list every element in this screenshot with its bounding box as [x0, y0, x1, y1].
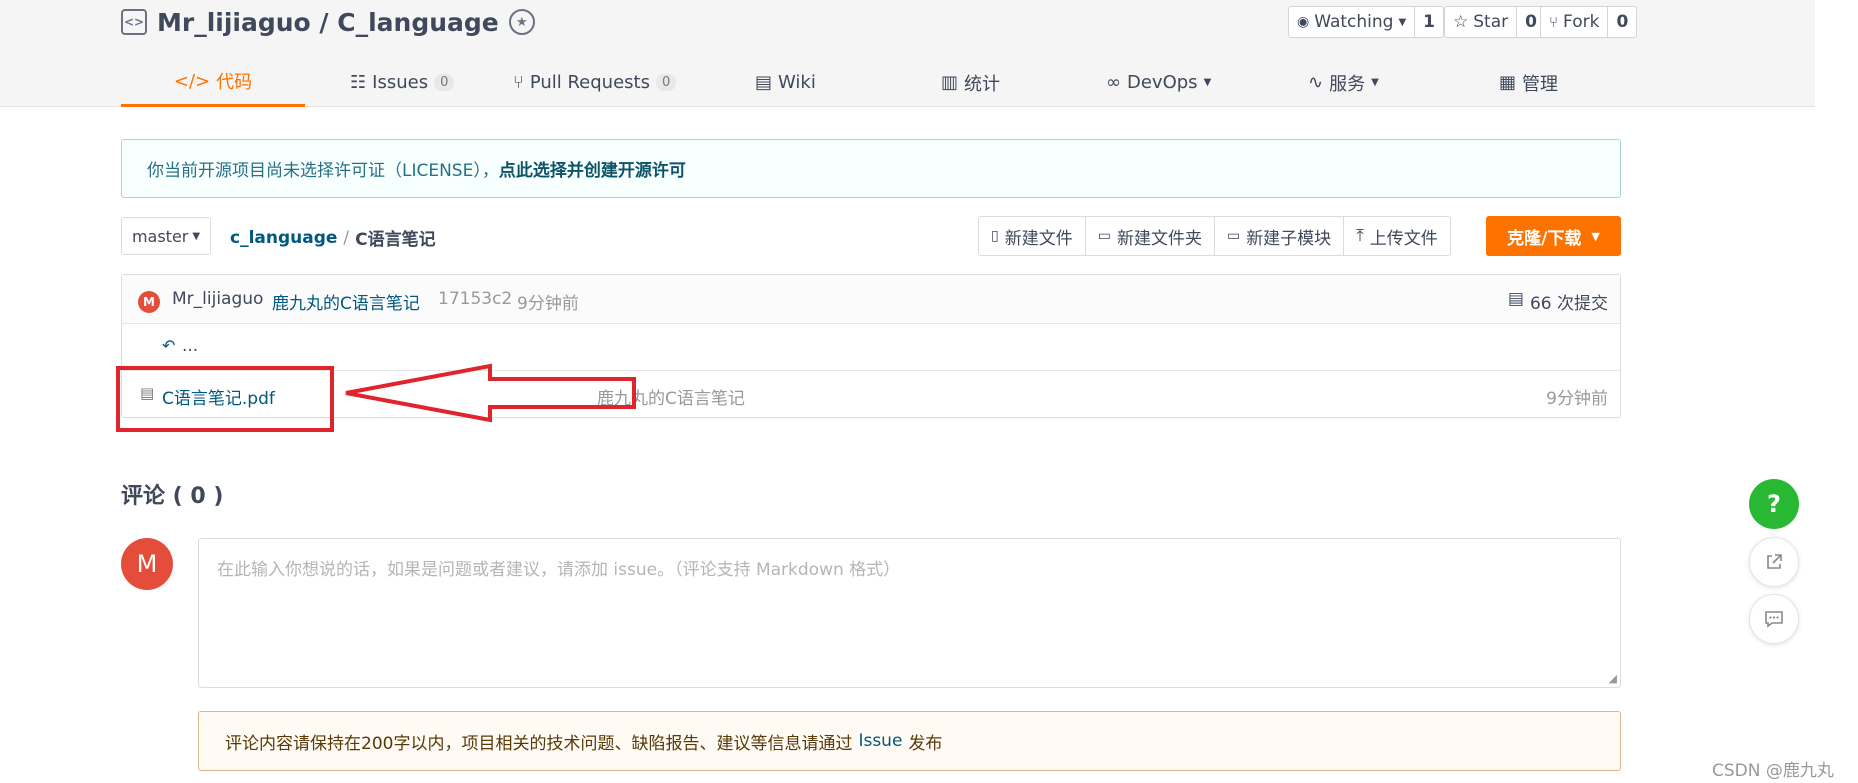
commit-time: 9分钟前	[517, 294, 579, 314]
caret-down-icon: ▼	[1371, 77, 1379, 88]
settings-doc-icon: ▦	[1499, 72, 1517, 93]
annotation-arrow	[345, 363, 636, 423]
tab-services[interactable]: ∿ 服务 ▼	[1308, 58, 1379, 107]
issues-icon: ☷	[350, 72, 367, 93]
infinity-icon: ∞	[1106, 72, 1121, 93]
file-commit-time: 9分钟前	[1546, 389, 1608, 409]
commit-hash[interactable]: 17153c2	[438, 289, 512, 309]
clone-download-button[interactable]: 克隆/下载 ▼	[1486, 216, 1621, 256]
tab-code[interactable]: </> 代码	[121, 58, 305, 107]
eye-icon: ◉	[1297, 14, 1310, 30]
issues-count-badge: 0	[434, 74, 455, 91]
caret-down-icon: ▼	[1203, 77, 1212, 88]
new-file-icon: ▯	[991, 228, 999, 244]
bar-chart-icon: ▥	[941, 72, 959, 93]
star-icon: ☆	[1453, 12, 1469, 32]
parent-dir-link[interactable]: ...	[182, 336, 198, 356]
breadcrumb: c_language / C语言笔记	[230, 225, 436, 251]
upload-file-button[interactable]: ⤒ 上传文件	[1343, 217, 1450, 255]
watching-count[interactable]: 1	[1414, 7, 1443, 37]
resize-handle-icon[interactable]: ◢	[1609, 672, 1617, 685]
reply-back-icon: ↶	[162, 336, 176, 355]
pull-request-icon: ⑂	[513, 72, 524, 93]
code-icon: </>	[173, 70, 211, 92]
commit-author[interactable]: Mr_lijiaguo	[172, 289, 263, 309]
csdn-watermark: CSDN @鹿九丸	[1712, 761, 1834, 781]
share-icon	[1767, 554, 1782, 569]
comment-input[interactable]: 在此输入你想说的话，如果是问题或者建议，请添加 issue。（评论支持 Mark…	[198, 538, 1621, 688]
fork-icon: ⑂	[1549, 13, 1559, 31]
star-group: ☆ Star 0	[1444, 6, 1546, 38]
tab-pull-requests[interactable]: ⑂ Pull Requests 0	[513, 58, 677, 107]
commits-icon: ▤	[1507, 289, 1524, 309]
user-avatar[interactable]: M	[121, 538, 173, 590]
caret-down-icon: ▼	[1398, 16, 1407, 28]
issue-link[interactable]: Issue	[858, 731, 902, 751]
question-icon: ?	[1767, 490, 1781, 518]
breadcrumb-root[interactable]: c_language	[230, 228, 337, 248]
chat-icon	[1765, 611, 1783, 628]
caret-down-icon: ▼	[192, 230, 201, 242]
recommend-badge-icon: ★	[508, 9, 535, 35]
book-icon: ▤	[755, 72, 773, 93]
fork-group: ⑂ Fork 0	[1540, 6, 1638, 38]
commit-message[interactable]: 鹿九丸的C语言笔记	[272, 289, 420, 314]
repo-page: <> Mr_lijiaguo / C_language ★ ◉ Watching…	[0, 0, 1858, 783]
new-file-button[interactable]: ▯ 新建文件	[979, 217, 1085, 255]
comment-guideline-notice: 评论内容请保持在200字以内，项目相关的技术问题、缺陷报告、建议等信息请通过 I…	[198, 711, 1621, 771]
tab-issues[interactable]: ☷ Issues 0	[350, 58, 455, 107]
breadcrumb-current: C语言笔记	[355, 230, 436, 250]
breadcrumb-sep: /	[343, 227, 350, 248]
pr-count-badge: 0	[655, 74, 677, 91]
commit-count[interactable]: ▤ 66 次提交	[1508, 289, 1608, 314]
pulse-icon: ∿	[1308, 72, 1324, 93]
fork-count[interactable]: 0	[1607, 7, 1636, 37]
comments-title: 评论 ( 0 )	[121, 484, 224, 509]
share-button[interactable]	[1749, 537, 1799, 587]
new-submodule-button[interactable]: ▭ 新建子模块	[1213, 217, 1343, 255]
tab-admin[interactable]: ▦ 管理	[1499, 58, 1558, 107]
tab-wiki[interactable]: ▤ Wiki	[755, 58, 816, 107]
watching-button[interactable]: ◉ Watching ▼	[1289, 7, 1414, 37]
file-actions: ▯ 新建文件 ▭ 新建文件夹 ▭ 新建子模块 ⤒ 上传文件	[978, 216, 1451, 256]
repo-title: <> Mr_lijiaguo / C_language ★	[121, 4, 535, 40]
annotation-highlight-box	[116, 366, 334, 432]
repo-name[interactable]: Mr_lijiaguo / C_language	[157, 8, 499, 37]
latest-commit-row: M Mr_lijiaguo 鹿九丸的C语言笔记 17153c2 9分钟前 ▤ 6…	[122, 275, 1620, 323]
feedback-button[interactable]	[1749, 594, 1799, 644]
help-button[interactable]: ?	[1749, 479, 1799, 529]
comment-placeholder: 在此输入你想说的话，如果是问题或者建议，请添加 issue。（评论支持 Mark…	[217, 560, 901, 580]
tab-devops[interactable]: ∞ DevOps ▼	[1106, 58, 1211, 107]
code-repo-icon: <>	[121, 9, 147, 35]
license-notice: 你当前开源项目尚未选择许可证（LICENSE）， 点此选择并创建开源许可	[121, 139, 1621, 198]
branch-select[interactable]: master ▼	[121, 217, 211, 255]
choose-license-link[interactable]: 点此选择并创建开源许可	[499, 156, 686, 181]
fork-button[interactable]: ⑂ Fork	[1541, 7, 1607, 37]
repo-nav-tabs: </> 代码 ☷ Issues 0 ⑂ Pull Requests 0 ▤ Wi…	[121, 58, 1621, 107]
caret-down-icon: ▼	[1591, 229, 1600, 243]
submodule-folder-icon: ▭	[1226, 228, 1241, 244]
new-folder-button[interactable]: ▭ 新建文件夹	[1084, 217, 1214, 255]
author-avatar[interactable]: M	[138, 291, 160, 313]
watch-group: ◉ Watching ▼ 1	[1288, 6, 1444, 38]
tab-stats[interactable]: ▥ 统计	[941, 58, 1000, 107]
upload-icon: ⤒	[1356, 226, 1364, 246]
folder-icon: ▭	[1097, 228, 1111, 244]
star-button[interactable]: ☆ Star	[1445, 7, 1516, 37]
